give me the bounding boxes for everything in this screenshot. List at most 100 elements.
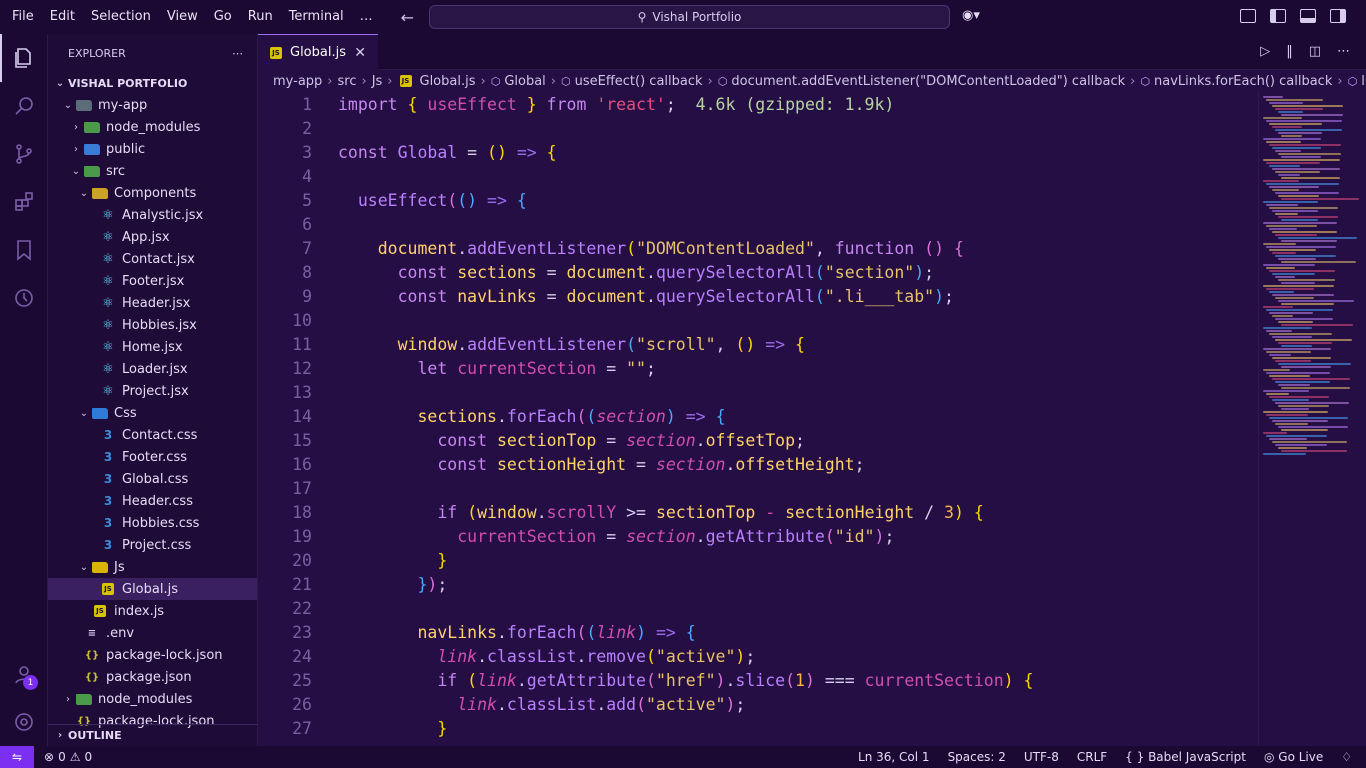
- outline-section[interactable]: › OUTLINE: [48, 724, 258, 746]
- tree-item[interactable]: JS Global.js: [48, 578, 257, 600]
- breadcrumb-item[interactable]: useEffect() callback: [575, 74, 703, 89]
- language-mode[interactable]: { } Babel JavaScript: [1125, 750, 1246, 764]
- customize-layout-icon[interactable]: [1240, 9, 1256, 23]
- code-line[interactable]: 13: [258, 380, 1258, 404]
- more-actions-icon[interactable]: ⋯: [232, 47, 243, 60]
- menu-item-view[interactable]: View: [159, 0, 206, 34]
- notifications-bell-icon[interactable]: ♢: [1341, 750, 1352, 764]
- code-line[interactable]: 7 document.addEventListener("DOMContentL…: [258, 236, 1258, 260]
- settings-gear-icon[interactable]: [0, 698, 48, 746]
- tree-item[interactable]: › public: [48, 138, 257, 160]
- code-line[interactable]: 12 let currentSection = "";: [258, 356, 1258, 380]
- code-line[interactable]: 1 import { useEffect } from 'react'; 4.6k…: [258, 92, 1258, 116]
- end-of-line[interactable]: CRLF: [1077, 750, 1107, 764]
- code-line[interactable]: 17: [258, 476, 1258, 500]
- code-line[interactable]: 19 currentSection = section.getAttribute…: [258, 524, 1258, 548]
- tree-item[interactable]: {} package-lock.json: [48, 644, 257, 666]
- split-editor-icon[interactable]: ◫: [1309, 44, 1321, 59]
- code-line[interactable]: 21 });: [258, 572, 1258, 596]
- source-control-icon[interactable]: [0, 130, 48, 178]
- code-line[interactable]: 6: [258, 212, 1258, 236]
- tree-item[interactable]: › node_modules: [48, 688, 257, 710]
- remote-indicator-icon[interactable]: ⇋: [0, 746, 34, 768]
- tree-item[interactable]: ⌄ Components: [48, 182, 257, 204]
- breadcrumb-item[interactable]: my-app: [273, 74, 322, 89]
- code-line[interactable]: 24 link.classList.remove("active");: [258, 644, 1258, 668]
- breadcrumb-item[interactable]: Global: [504, 74, 545, 89]
- tree-item[interactable]: 3 Project.css: [48, 534, 257, 556]
- tree-item[interactable]: ⚛ Header.jsx: [48, 292, 257, 314]
- tree-item[interactable]: ⚛ App.jsx: [48, 226, 257, 248]
- code-line[interactable]: 8 const sections = document.querySelecto…: [258, 260, 1258, 284]
- copilot-icon[interactable]: ◉▾: [962, 8, 980, 23]
- tab-global-js[interactable]: JS Global.js ✕: [258, 34, 378, 70]
- code-line[interactable]: 15 const sectionTop = section.offsetTop;: [258, 428, 1258, 452]
- tree-item[interactable]: ⌄ my-app: [48, 94, 257, 116]
- code-line[interactable]: 25 if (link.getAttribute("href").slice(1…: [258, 668, 1258, 692]
- tree-item[interactable]: ⚛ Contact.jsx: [48, 248, 257, 270]
- indentation[interactable]: Spaces: 2: [948, 750, 1006, 764]
- search-icon[interactable]: [0, 82, 48, 130]
- extensions-icon[interactable]: [0, 178, 48, 226]
- tree-item[interactable]: {} package.json: [48, 666, 257, 688]
- breadcrumb-item[interactable]: src: [338, 74, 357, 89]
- code-line[interactable]: 2: [258, 116, 1258, 140]
- tree-item[interactable]: 3 Footer.css: [48, 446, 257, 468]
- tree-item[interactable]: 3 Header.css: [48, 490, 257, 512]
- tree-item[interactable]: 3 Contact.css: [48, 424, 257, 446]
- toggle-panel-icon[interactable]: [1300, 9, 1316, 23]
- tree-item[interactable]: › node_modules: [48, 116, 257, 138]
- code-line[interactable]: 11 window.addEventListener("scroll", () …: [258, 332, 1258, 356]
- code-line[interactable]: 23 navLinks.forEach((link) => {: [258, 620, 1258, 644]
- code-line[interactable]: 3 const Global = () => {: [258, 140, 1258, 164]
- toggle-secondary-sidebar-icon[interactable]: [1330, 9, 1346, 23]
- explorer-icon[interactable]: [0, 34, 48, 82]
- menu-item-selection[interactable]: Selection: [83, 0, 159, 34]
- tree-item[interactable]: ⚛ Home.jsx: [48, 336, 257, 358]
- code-line[interactable]: 16 const sectionHeight = section.offsetH…: [258, 452, 1258, 476]
- command-center-search[interactable]: ⚲ Vishal Portfolio: [429, 5, 950, 29]
- toggle-primary-sidebar-icon[interactable]: [1270, 9, 1286, 23]
- breadcrumb-item[interactable]: document.addEventListener("DOMContentLoa…: [731, 74, 1125, 89]
- tree-item[interactable]: ⌄ Js: [48, 556, 257, 578]
- code-line[interactable]: 18 if (window.scrollY >= sectionTop - se…: [258, 500, 1258, 524]
- cursor-position[interactable]: Ln 36, Col 1: [858, 750, 930, 764]
- menu-item-file[interactable]: File: [4, 0, 42, 34]
- problems-indicator[interactable]: ⊗ 0 ⚠ 0: [44, 750, 92, 764]
- tree-item[interactable]: 3 Hobbies.css: [48, 512, 257, 534]
- breadcrumb-item[interactable]: navLinks.forEach() callback: [1154, 74, 1332, 89]
- code-line[interactable]: 5 useEffect(() => {: [258, 188, 1258, 212]
- breadcrumb-item[interactable]: Global.js: [420, 74, 476, 89]
- minimap[interactable]: [1258, 92, 1366, 746]
- tree-item[interactable]: ⌄ src: [48, 160, 257, 182]
- tree-item[interactable]: ⚛ Project.jsx: [48, 380, 257, 402]
- tree-item[interactable]: JS index.js: [48, 600, 257, 622]
- tree-item[interactable]: ⌄ Css: [48, 402, 257, 424]
- menu-item-edit[interactable]: Edit: [42, 0, 83, 34]
- code-line[interactable]: 9 const navLinks = document.querySelecto…: [258, 284, 1258, 308]
- encoding[interactable]: UTF-8: [1024, 750, 1059, 764]
- menu-item-terminal[interactable]: Terminal: [281, 0, 352, 34]
- code-line[interactable]: 20 }: [258, 548, 1258, 572]
- tree-item[interactable]: ≡ .env: [48, 622, 257, 644]
- code-editor[interactable]: 1 import { useEffect } from 'react'; 4.6k…: [258, 92, 1258, 746]
- code-line[interactable]: 10: [258, 308, 1258, 332]
- tree-item[interactable]: ⚛ Loader.jsx: [48, 358, 257, 380]
- more-actions-icon[interactable]: ⋯: [1337, 44, 1350, 59]
- tree-item[interactable]: ⚛ Analystic.jsx: [48, 204, 257, 226]
- code-line[interactable]: 27 }: [258, 716, 1258, 740]
- code-line[interactable]: 4: [258, 164, 1258, 188]
- close-icon[interactable]: ✕: [354, 45, 366, 61]
- code-line[interactable]: 22: [258, 596, 1258, 620]
- tree-item[interactable]: ⚛ Hobbies.jsx: [48, 314, 257, 336]
- tree-item[interactable]: 3 Global.css: [48, 468, 257, 490]
- menu-item-more[interactable]: …: [352, 0, 381, 34]
- breadcrumb-item[interactable]: Js: [372, 74, 383, 89]
- bookmark-icon[interactable]: [0, 226, 48, 274]
- breadcrumb-item[interactable]: link.addEventLi: [1361, 74, 1366, 89]
- menu-item-go[interactable]: Go: [206, 0, 240, 34]
- run-icon[interactable]: ▷: [1260, 44, 1270, 59]
- compare-changes-icon[interactable]: ‖: [1286, 44, 1293, 59]
- code-line[interactable]: 14 sections.forEach((section) => {: [258, 404, 1258, 428]
- menu-item-run[interactable]: Run: [240, 0, 281, 34]
